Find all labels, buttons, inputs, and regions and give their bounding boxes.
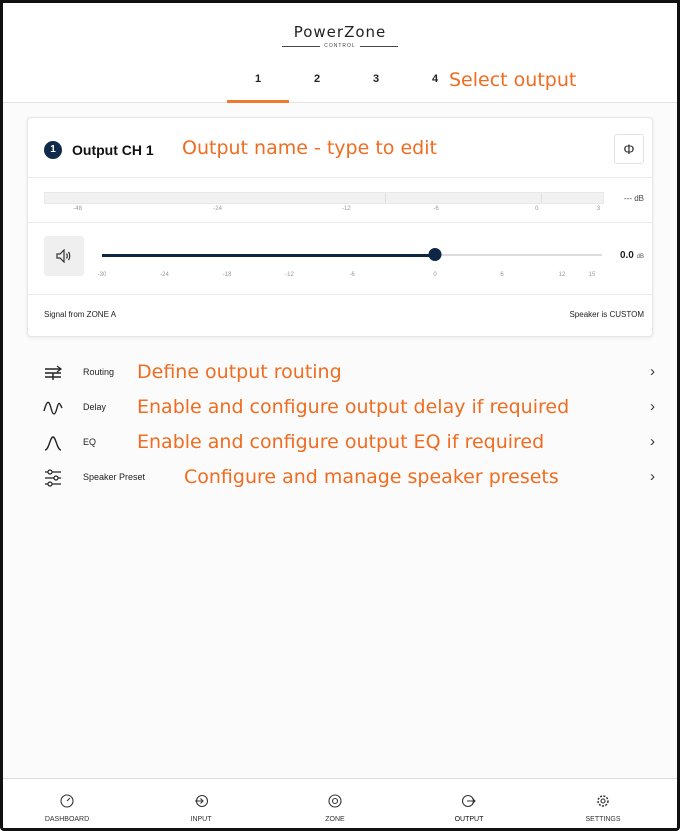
nav-input[interactable]: INPUT bbox=[151, 779, 251, 828]
speaker-icon bbox=[56, 248, 71, 264]
menu-label-routing: Routing bbox=[83, 367, 115, 377]
menu-label-speaker-preset: Speaker Preset bbox=[83, 472, 146, 482]
nav-dashboard[interactable]: DASHBOARD bbox=[17, 779, 117, 828]
header: PowerZone CONTROL 1 2 3 4 Select output bbox=[3, 3, 677, 103]
menu-label-delay: Delay bbox=[83, 402, 107, 412]
chevron-right-icon: › bbox=[650, 468, 655, 485]
volume-slider-fill bbox=[102, 253, 436, 257]
meter-tick: -48 bbox=[73, 206, 82, 212]
annotation-speaker-preset: Configure and manage speaker presets bbox=[184, 466, 559, 488]
dashboard-icon bbox=[60, 794, 74, 808]
tab-output-2[interactable]: 2 bbox=[286, 69, 348, 103]
tab-output-3[interactable]: 3 bbox=[345, 69, 407, 103]
mute-button[interactable] bbox=[44, 236, 84, 276]
output-menu: Routing Define output routing › Delay En… bbox=[27, 355, 657, 495]
zone-icon bbox=[328, 794, 342, 808]
meter-value: --- dB bbox=[624, 194, 644, 203]
speaker-preset-icon bbox=[45, 469, 61, 487]
annotation-routing: Define output routing bbox=[137, 361, 342, 383]
annotation-select-output: Select output bbox=[449, 69, 577, 91]
menu-label-eq: EQ bbox=[83, 437, 97, 447]
output-card-header: 1 Output CH 1 Output name - type to edit… bbox=[28, 118, 652, 178]
phase-icon: Φ bbox=[623, 141, 635, 157]
volume-tick: -30 bbox=[97, 272, 107, 278]
volume-slider-thumb[interactable] bbox=[428, 248, 442, 261]
menu-item-speaker-preset[interactable]: Speaker Preset Configure and manage spea… bbox=[27, 460, 657, 495]
menu-item-eq[interactable]: EQ Enable and configure output EQ if req… bbox=[27, 425, 657, 460]
tab-output-1[interactable]: 1 bbox=[227, 69, 289, 103]
signal-source: Signal from ZONE A bbox=[44, 310, 117, 319]
nav-settings[interactable]: SETTINGS bbox=[553, 779, 653, 828]
meter-tick: 0 bbox=[535, 206, 539, 212]
meter-tick: 3 bbox=[596, 206, 601, 212]
annotation-output-name: Output name - type to edit bbox=[182, 137, 437, 159]
nav-output[interactable]: OUTPUT bbox=[419, 779, 519, 828]
channel-badge: 1 bbox=[44, 141, 62, 159]
speaker-type: Speaker is CUSTOM bbox=[569, 310, 644, 319]
volume-tick: 0 bbox=[433, 272, 437, 278]
settings-icon bbox=[597, 795, 609, 807]
menu-item-routing[interactable]: Routing Define output routing › bbox=[27, 355, 657, 390]
logo-subtitle: CONTROL bbox=[324, 43, 356, 49]
menu-item-delay[interactable]: Delay Enable and configure output delay … bbox=[27, 390, 657, 425]
output-card: 1 Output CH 1 Output name - type to edit… bbox=[27, 117, 653, 337]
annotation-delay: Enable and configure output delay if req… bbox=[137, 396, 570, 418]
chevron-right-icon: › bbox=[650, 433, 655, 450]
bottom-nav: DASHBOARD INPUT ZONE OUTPUT SETTINGS bbox=[3, 778, 677, 828]
volume-tick: -18 bbox=[222, 272, 232, 278]
meter-tick: -6 bbox=[433, 206, 439, 212]
level-meter bbox=[44, 192, 604, 204]
chevron-right-icon: › bbox=[650, 398, 655, 415]
chevron-right-icon: › bbox=[650, 363, 655, 380]
volume-tick: -24 bbox=[160, 272, 169, 278]
nav-zone[interactable]: ZONE bbox=[285, 779, 385, 828]
meter-tick: -12 bbox=[342, 206, 351, 212]
phase-button[interactable]: Φ bbox=[614, 134, 644, 164]
volume-tick: -6 bbox=[349, 272, 355, 278]
logo-title: PowerZone bbox=[293, 23, 387, 41]
app-frame: PowerZone CONTROL 1 2 3 4 Select output … bbox=[0, 0, 680, 831]
output-name[interactable]: Output CH 1 bbox=[72, 142, 154, 158]
volume-tick: 6 bbox=[500, 272, 504, 278]
delay-icon bbox=[43, 401, 63, 415]
logo: PowerZone CONTROL bbox=[3, 23, 677, 49]
volume-slider[interactable] bbox=[102, 248, 602, 261]
eq-icon bbox=[44, 436, 62, 451]
meter-tick: -24 bbox=[213, 206, 222, 212]
volume-value: 0.0 dB bbox=[619, 250, 644, 261]
volume-tick: -12 bbox=[285, 272, 294, 278]
volume-tick: 15 bbox=[588, 272, 596, 278]
input-icon bbox=[195, 794, 208, 808]
annotation-eq: Enable and configure output EQ if requir… bbox=[137, 431, 545, 453]
volume-tick: 12 bbox=[558, 272, 566, 278]
output-icon bbox=[462, 794, 476, 808]
routing-icon bbox=[45, 365, 62, 380]
